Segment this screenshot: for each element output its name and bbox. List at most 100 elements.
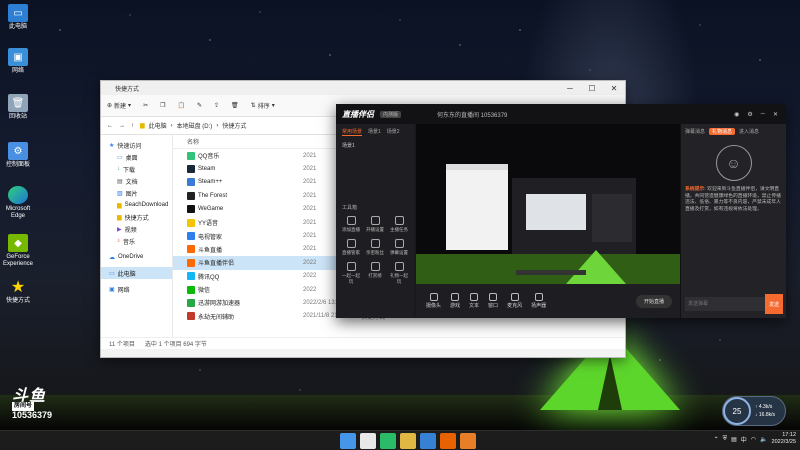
edge-icon xyxy=(8,186,28,204)
edge-icon[interactable] xyxy=(380,433,396,449)
sidebar-item-seachdownload[interactable]: ▆ SeachDownload xyxy=(101,199,172,211)
up-icon[interactable]: ↑ xyxy=(131,123,134,129)
computer-icon: ▭ xyxy=(8,4,28,22)
copy-icon[interactable]: ❐ xyxy=(160,102,165,109)
input-method[interactable]: 中 xyxy=(741,435,747,444)
start-icon[interactable] xyxy=(340,433,356,449)
star-icon: ★ xyxy=(109,142,115,149)
tool-item[interactable]: 开播设置 xyxy=(364,216,386,233)
app-shortcut-icon xyxy=(187,191,195,200)
rename-icon[interactable]: ✎ xyxy=(197,102,202,109)
desktop-icon-recycle-bin[interactable]: 🗑 回收站 xyxy=(2,94,34,121)
microphone-control[interactable]: 麦克风 xyxy=(507,293,522,309)
desktop-icon-shortcuts[interactable]: ★ 快捷方式 xyxy=(2,278,34,305)
desktop-icon-network[interactable]: ▣ 网络 xyxy=(2,48,34,75)
clock[interactable]: 17:12 2022/3/25 xyxy=(772,432,796,446)
sidebar-item-this-pc[interactable]: ▭ 此电脑 xyxy=(101,267,172,279)
sidebar-item-shortcuts[interactable]: ▆ 快捷方式 xyxy=(101,211,172,223)
network-icon: ▣ xyxy=(109,286,115,293)
tool-item[interactable]: 亲密粉丝 xyxy=(364,239,386,256)
delete-icon[interactable]: 🗑 xyxy=(231,102,239,109)
tool-item[interactable]: 一起一起玩 xyxy=(340,262,362,285)
close-icon[interactable]: ✕ xyxy=(773,111,778,118)
douyu-companion-icon[interactable] xyxy=(460,433,476,449)
forward-icon[interactable]: → xyxy=(119,123,125,129)
star-icon: ★ xyxy=(10,278,26,296)
scene-item[interactable]: 场景1 xyxy=(342,142,408,149)
column-header-name[interactable]: 名称 xyxy=(173,137,303,146)
sidebar-item-pictures[interactable]: ▧ 图片 xyxy=(101,187,172,199)
cut-icon[interactable]: ✂ xyxy=(143,102,148,109)
sort-button[interactable]: ⇅ 排序 ▾ xyxy=(251,101,275,110)
send-button[interactable]: 发送 xyxy=(765,294,783,314)
chevron-up-icon[interactable]: ⌃ xyxy=(714,436,719,443)
minimize-icon[interactable]: ─ xyxy=(559,84,581,93)
desktop-icon-label: 快捷方式 xyxy=(5,298,30,304)
tools-header: 工具箱 xyxy=(342,205,358,211)
sidebar-item-downloads[interactable]: ↓ 下载 xyxy=(101,163,172,175)
source-text[interactable]: 文本 xyxy=(469,293,479,309)
breadcrumb[interactable]: ▆ 此电脑 › 本地磁盘 (D:) › 快捷方式 xyxy=(140,121,246,131)
sidebar-item-desktop[interactable]: ▭ 桌面 xyxy=(101,151,172,163)
tool-item[interactable]: 打赏榜 xyxy=(364,262,386,285)
tool-item[interactable]: 添加直播 xyxy=(340,216,362,233)
desktop-icon-control-panel[interactable]: ⚙ 控制面板 xyxy=(2,142,34,169)
store-icon[interactable] xyxy=(420,433,436,449)
tab-scene-2[interactable]: 场景2 xyxy=(387,128,400,136)
douyu-titlebar[interactable]: 直播伴侣 内测版 何东东的直播间 10536379 ◉ ⚙ ─ ✕ xyxy=(336,104,786,124)
new-button[interactable]: ⊕ 新建 ▾ xyxy=(107,101,131,110)
source-window[interactable]: 窗口 xyxy=(488,293,498,309)
minimize-icon[interactable]: ─ xyxy=(761,111,765,118)
desktop-icon-edge[interactable]: Microsoft Edge xyxy=(2,186,34,220)
tab-scene-1[interactable]: 场景1 xyxy=(368,128,381,136)
shield-icon[interactable]: ⛨ xyxy=(723,436,728,443)
file-name: YY语音 xyxy=(198,221,219,228)
sidebar-item-music[interactable]: ♪ 音乐 xyxy=(101,235,172,247)
paste-icon[interactable]: 📋 xyxy=(177,102,184,109)
desktop-icon-geforce[interactable]: ◆ GeForce Experience xyxy=(2,234,34,268)
file-explorer-icon[interactable] xyxy=(400,433,416,449)
douyu-streaming-window[interactable]: 直播伴侣 内测版 何东东的直播间 10536379 ◉ ⚙ ─ ✕ 常用场景 场… xyxy=(336,104,786,318)
microphone-icon xyxy=(510,293,519,301)
tool-icon xyxy=(370,262,380,271)
maximize-icon[interactable]: ☐ xyxy=(581,84,603,93)
back-icon[interactable]: ← xyxy=(107,123,113,129)
source-game[interactable]: 游戏 xyxy=(450,293,460,309)
sidebar-item-network[interactable]: ▣ 网络 xyxy=(101,283,172,295)
share-icon[interactable]: ⇪ xyxy=(214,102,219,109)
wifi-icon[interactable]: ◠ xyxy=(751,436,756,443)
sidebar-item-quick-access[interactable]: ★ 快速访问 xyxy=(101,139,172,151)
source-camera[interactable]: 摄像头 xyxy=(426,293,441,309)
search-icon[interactable] xyxy=(360,433,376,449)
tool-item[interactable]: 弹幕设置 xyxy=(388,239,410,256)
settings-icon[interactable]: ⚙ xyxy=(747,111,752,118)
speaker-control[interactable]: 扬声器 xyxy=(531,293,546,309)
desktop-icon-this-pc[interactable]: ▭ 此电脑 xyxy=(2,4,34,31)
network-icon[interactable]: ▤ xyxy=(731,436,737,443)
app-shortcut-icon xyxy=(187,298,195,307)
explorer-titlebar[interactable]: 快捷方式 ─ ☐ ✕ xyxy=(101,81,625,95)
app-shortcut-icon xyxy=(187,205,195,214)
tab-gifts[interactable]: 礼物消息 xyxy=(709,128,736,135)
tool-item[interactable]: 礼物一起玩 xyxy=(388,262,410,285)
chat-input[interactable] xyxy=(685,297,765,311)
sidebar-item-documents[interactable]: ▤ 文档 xyxy=(101,175,172,187)
sidebar-item-videos[interactable]: ▶ 视频 xyxy=(101,223,172,235)
stream-preview[interactable] xyxy=(416,124,680,284)
close-icon[interactable]: ✕ xyxy=(603,84,625,93)
breadcrumb-item[interactable]: 本地磁盘 (D:) xyxy=(177,121,213,130)
sidebar-item-onedrive[interactable]: ☁ OneDrive xyxy=(101,251,172,263)
tab-enter[interactable]: 进入消息 xyxy=(739,128,759,135)
tool-item[interactable]: 直播管家 xyxy=(340,239,362,256)
start-stream-button[interactable]: 开始直播 xyxy=(635,294,672,308)
camera-icon[interactable]: ◉ xyxy=(734,111,739,118)
network-speed-widget[interactable]: 25 ↑ 4.3k/s ↓ 16.8k/s xyxy=(722,396,786,426)
breadcrumb-item[interactable]: 快捷方式 xyxy=(222,121,246,130)
breadcrumb-item[interactable]: 此电脑 xyxy=(149,121,167,130)
tab-common-scenes[interactable]: 常用场景 xyxy=(342,128,363,136)
tool-item[interactable]: 主播任务 xyxy=(388,216,410,233)
volume-icon[interactable]: 🔈 xyxy=(760,436,767,443)
douyu-icon[interactable] xyxy=(440,433,456,449)
app-shortcut-icon xyxy=(187,151,195,160)
tab-danmaku[interactable]: 弹幕消息 xyxy=(685,128,705,135)
